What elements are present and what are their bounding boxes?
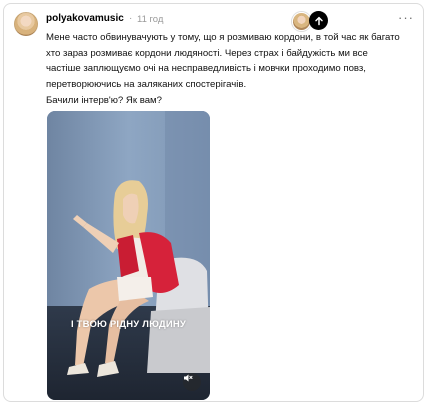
post-time[interactable]: 11 год <box>137 14 163 25</box>
arrow-up-icon <box>314 16 323 25</box>
avatar[interactable] <box>14 12 38 36</box>
video-player[interactable]: І ТВОЮ РІДНУ ЛЮДИНУ <box>47 111 210 400</box>
speaker-muted-icon <box>184 374 193 382</box>
post-question: Бачили інтерв'ю? Як вам? <box>46 95 162 106</box>
separator-dot: · <box>129 13 133 24</box>
video-caption: І ТВОЮ РІДНУ ЛЮДИНУ <box>70 319 187 330</box>
scroll-up-button[interactable] <box>309 11 328 30</box>
more-options-button[interactable]: ··· <box>398 10 414 25</box>
username[interactable]: polyakovamusic <box>46 13 124 24</box>
video-frame <box>47 111 210 400</box>
mute-button[interactable] <box>183 373 201 391</box>
post-body: Мене часто обвинувачують у тому, що я ро… <box>46 32 400 90</box>
